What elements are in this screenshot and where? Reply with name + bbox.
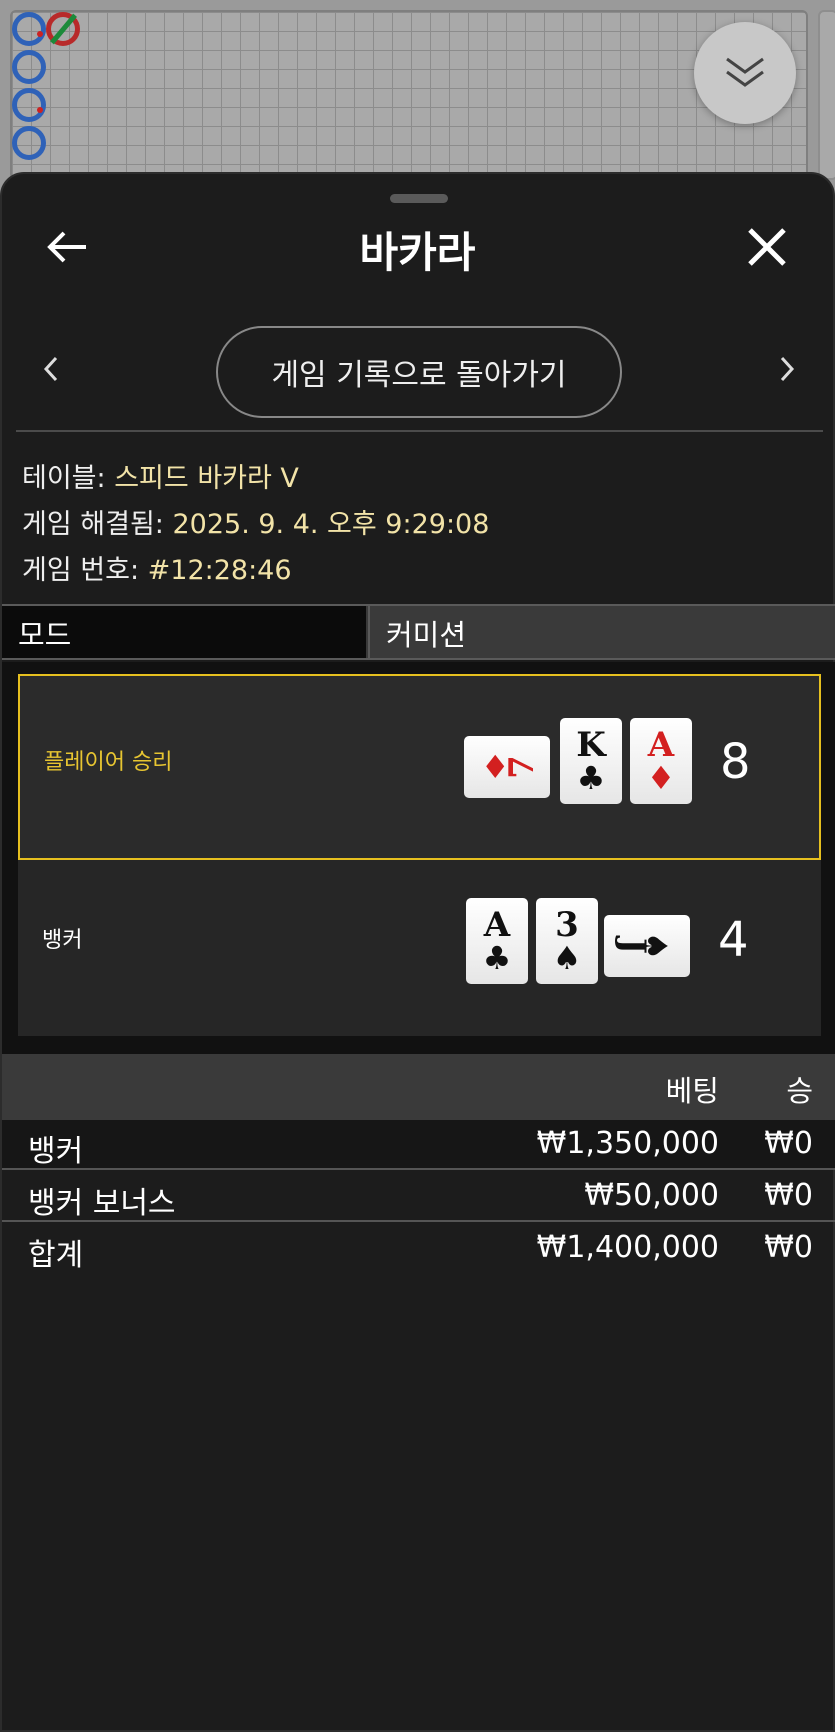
win-column-header: 승 [786,1074,813,1108]
bet-row: 뱅커 보너스 ₩50,000 ₩0 [2,1172,835,1221]
bet-name: 뱅커 보너스 [28,1186,176,1221]
close-icon[interactable] [746,226,788,268]
player-card-2: K ♣ [560,718,622,804]
card-rank: K [576,725,606,765]
card-suit: ♠ [636,931,675,961]
bet-column-header: 베팅 [665,1074,719,1108]
double-chevron-down-icon [726,57,764,87]
results-panel: 플레이어 승리 ♦ 7 K ♣ A ♦ 8 뱅커 A ♣ 3 ♠ J ♠ 4 [2,662,835,1062]
banker-card-3: J ♠ [604,915,690,977]
table-value: 스피드 바카라 V [114,463,299,494]
total-label: 합계 [28,1238,84,1273]
collapse-button[interactable] [694,22,796,124]
chevron-right-icon[interactable] [776,354,798,384]
chevron-left-icon[interactable] [40,354,62,384]
card-rank: A [483,905,511,945]
bead-road-background [10,10,808,180]
card-rank: 3 [555,905,579,945]
banker-result-label: 뱅커 [42,928,83,953]
card-rank: 7 [501,755,542,779]
resolved-value: 2025. 9. 4. 오후 9:29:08 [172,509,490,540]
bet-amount: ₩50,000 [584,1178,719,1213]
row-divider [2,1168,835,1170]
player-result-row: 플레이어 승리 ♦ 7 K ♣ A ♦ 8 [18,674,821,860]
bead-banker [12,12,46,46]
side-road-background [818,10,835,180]
total-row: 합계 ₩1,400,000 ₩0 [2,1224,835,1273]
card-rank: A [647,725,675,765]
player-card-3: A ♦ [630,718,692,804]
bet-win: ₩0 [764,1126,813,1161]
banker-result-row: 뱅커 A ♣ 3 ♠ J ♠ 4 [18,860,821,1036]
drag-handle[interactable] [390,194,448,203]
mode-value: 커미션 [368,606,835,658]
card-suit: ♦ [646,759,676,797]
bead-banker [12,88,46,122]
game-number-label: 게임 번호: [22,555,140,586]
bet-win: ₩0 [764,1178,813,1213]
banker-score: 4 [718,912,749,968]
bet-row: 뱅커 ₩1,350,000 ₩0 [2,1120,835,1169]
mode-label: 모드 [2,606,366,658]
total-win: ₩0 [764,1230,813,1265]
bead-banker [12,126,46,160]
resolved-label: 게임 해결됨: [22,509,164,540]
resolved-info: 게임 해결됨: 2025. 9. 4. 오후 9:29:08 [22,502,489,541]
divider [16,430,823,432]
bead-player [46,12,80,46]
page-title: 바카라 [359,228,476,277]
card-suit: ♣ [576,759,606,797]
total-amount: ₩1,400,000 [536,1230,719,1265]
player-score: 8 [720,734,751,790]
row-divider [2,1220,835,1222]
bet-amount: ₩1,350,000 [536,1126,719,1161]
game-number-value: #12:28:46 [147,555,292,586]
card-suit: ♣ [482,939,512,977]
mode-bar: 모드 커미션 [2,604,835,660]
player-result-label: 플레이어 승리 [44,750,173,775]
table-label: 테이블: [22,463,106,494]
player-card-1: ♦ 7 [464,736,550,798]
banker-card-2: 3 ♠ [536,898,598,984]
back-to-history-button[interactable]: 게임 기록으로 돌아가기 [216,326,622,418]
bet-name: 뱅커 [28,1134,84,1169]
game-number-info: 게임 번호: #12:28:46 [22,548,292,587]
card-suit: ♠ [552,939,582,977]
bead-banker [12,50,46,84]
table-info: 테이블: 스피드 바카라 V [22,456,299,495]
banker-card-1: A ♣ [466,898,528,984]
bets-header: 베팅 승 [2,1054,835,1120]
game-detail-sheet: 바카라 게임 기록으로 돌아가기 테이블: 스피드 바카라 V 게임 해결됨: … [0,172,835,1732]
